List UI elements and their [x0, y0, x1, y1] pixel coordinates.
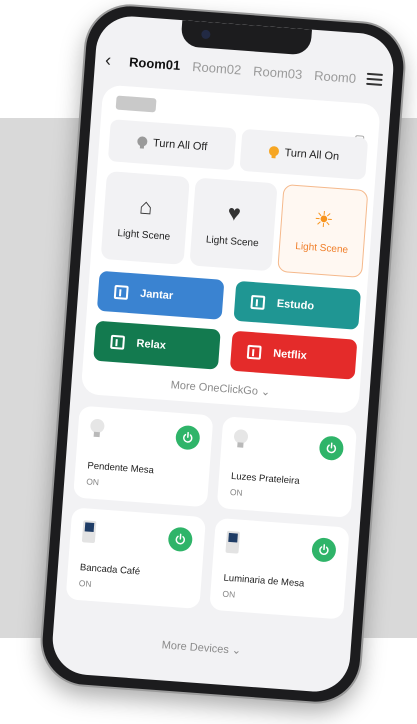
power-toggle[interactable] — [318, 435, 345, 462]
scene-label: Light Scene — [117, 227, 171, 243]
tab-room04[interactable]: Room0 — [314, 67, 357, 85]
door-icon — [246, 344, 262, 360]
heart-plant-icon: ♥ — [226, 199, 242, 226]
scene-card-3[interactable]: ☀ Light Scene — [277, 184, 369, 278]
room-panel: Turn All Off Turn All On ⌂ Light Scene ♥… — [80, 84, 381, 415]
oneclickgo-grid: Jantar Estudo Relax Netflix — [93, 270, 362, 380]
power-icon — [175, 533, 186, 545]
switch-icon — [81, 520, 97, 544]
more-devices-link[interactable]: More Devices ⌄ — [52, 630, 350, 665]
oneclickgo-label: Relax — [136, 337, 167, 352]
oneclickgo-netflix[interactable]: Netflix — [229, 330, 358, 380]
device-name: Pendente Mesa — [87, 460, 155, 477]
device-state: ON — [222, 588, 236, 600]
device-card[interactable]: Pendente Mesa ON — [73, 405, 214, 508]
device-card[interactable]: Luzes Prateleira ON — [216, 416, 358, 518]
scene-card-1[interactable]: ⌂ Light Scene — [100, 171, 190, 265]
turn-all-off-button[interactable]: Turn All Off — [107, 119, 237, 171]
room-name-redacted — [115, 95, 157, 113]
oneclickgo-jantar[interactable]: Jantar — [96, 270, 225, 320]
menu-icon[interactable] — [366, 72, 383, 86]
bulb-icon — [90, 419, 105, 438]
oneclickgo-estudo[interactable]: Estudo — [233, 280, 362, 330]
bulb-icon — [233, 429, 248, 448]
device-name: Bancada Café — [79, 562, 141, 578]
door-icon — [113, 284, 129, 300]
turn-all-on-button[interactable]: Turn All On — [239, 128, 369, 180]
home-person-icon: ⌂ — [138, 193, 154, 219]
device-name: Luminaria de Mesa — [223, 572, 305, 590]
all-lights-row: Turn All Off Turn All On — [107, 119, 369, 180]
device-grid: Pendente Mesa ON Luzes Prateleira ON Ban… — [65, 405, 358, 620]
power-toggle[interactable] — [311, 537, 337, 563]
oneclickgo-relax[interactable]: Relax — [93, 320, 221, 370]
phone-frame: ‹ Room01 Room02 Room03 Room0 Turn All Of… — [39, 3, 407, 705]
camera-icon — [201, 29, 211, 40]
scene-card-2[interactable]: ♥ Light Scene — [189, 177, 278, 272]
sun-icon: ☀ — [313, 205, 335, 233]
oneclickgo-label: Jantar — [139, 287, 174, 303]
turn-all-on-label: Turn All On — [284, 146, 340, 163]
turn-all-off-label: Turn All Off — [152, 137, 208, 154]
door-icon — [110, 334, 126, 350]
device-card[interactable]: Luminaria de Mesa ON — [209, 517, 350, 620]
scene-label: Light Scene — [294, 240, 349, 256]
power-icon — [319, 544, 329, 555]
bulb-on-icon — [268, 146, 279, 159]
scene-label: Light Scene — [205, 233, 260, 249]
power-icon — [183, 431, 193, 443]
door-icon — [250, 294, 266, 310]
scene-list: ⌂ Light Scene ♥ Light Scene ☀ Light Scen… — [100, 171, 369, 278]
device-card[interactable]: Bancada Café ON — [65, 507, 207, 609]
oneclickgo-label: Estudo — [276, 297, 315, 313]
tab-room03[interactable]: Room03 — [253, 63, 303, 82]
power-toggle[interactable] — [167, 526, 194, 553]
device-state: ON — [85, 476, 100, 488]
tab-room01[interactable]: Room01 — [129, 54, 181, 73]
room-tabs: Room01 Room02 Room03 Room0 — [129, 54, 363, 86]
device-name: Luzes Prateleira — [230, 470, 300, 487]
device-state: ON — [229, 486, 244, 498]
tab-room02[interactable]: Room02 — [192, 58, 242, 77]
power-toggle[interactable] — [174, 424, 201, 451]
phone-screen: ‹ Room01 Room02 Room03 Room0 Turn All Of… — [50, 13, 396, 695]
device-state: ON — [78, 578, 92, 589]
back-chevron-icon[interactable]: ‹ — [105, 50, 124, 70]
power-icon — [326, 442, 337, 454]
switch-icon — [225, 530, 241, 554]
oneclickgo-label: Netflix — [272, 347, 308, 363]
bulb-off-icon — [137, 136, 148, 149]
